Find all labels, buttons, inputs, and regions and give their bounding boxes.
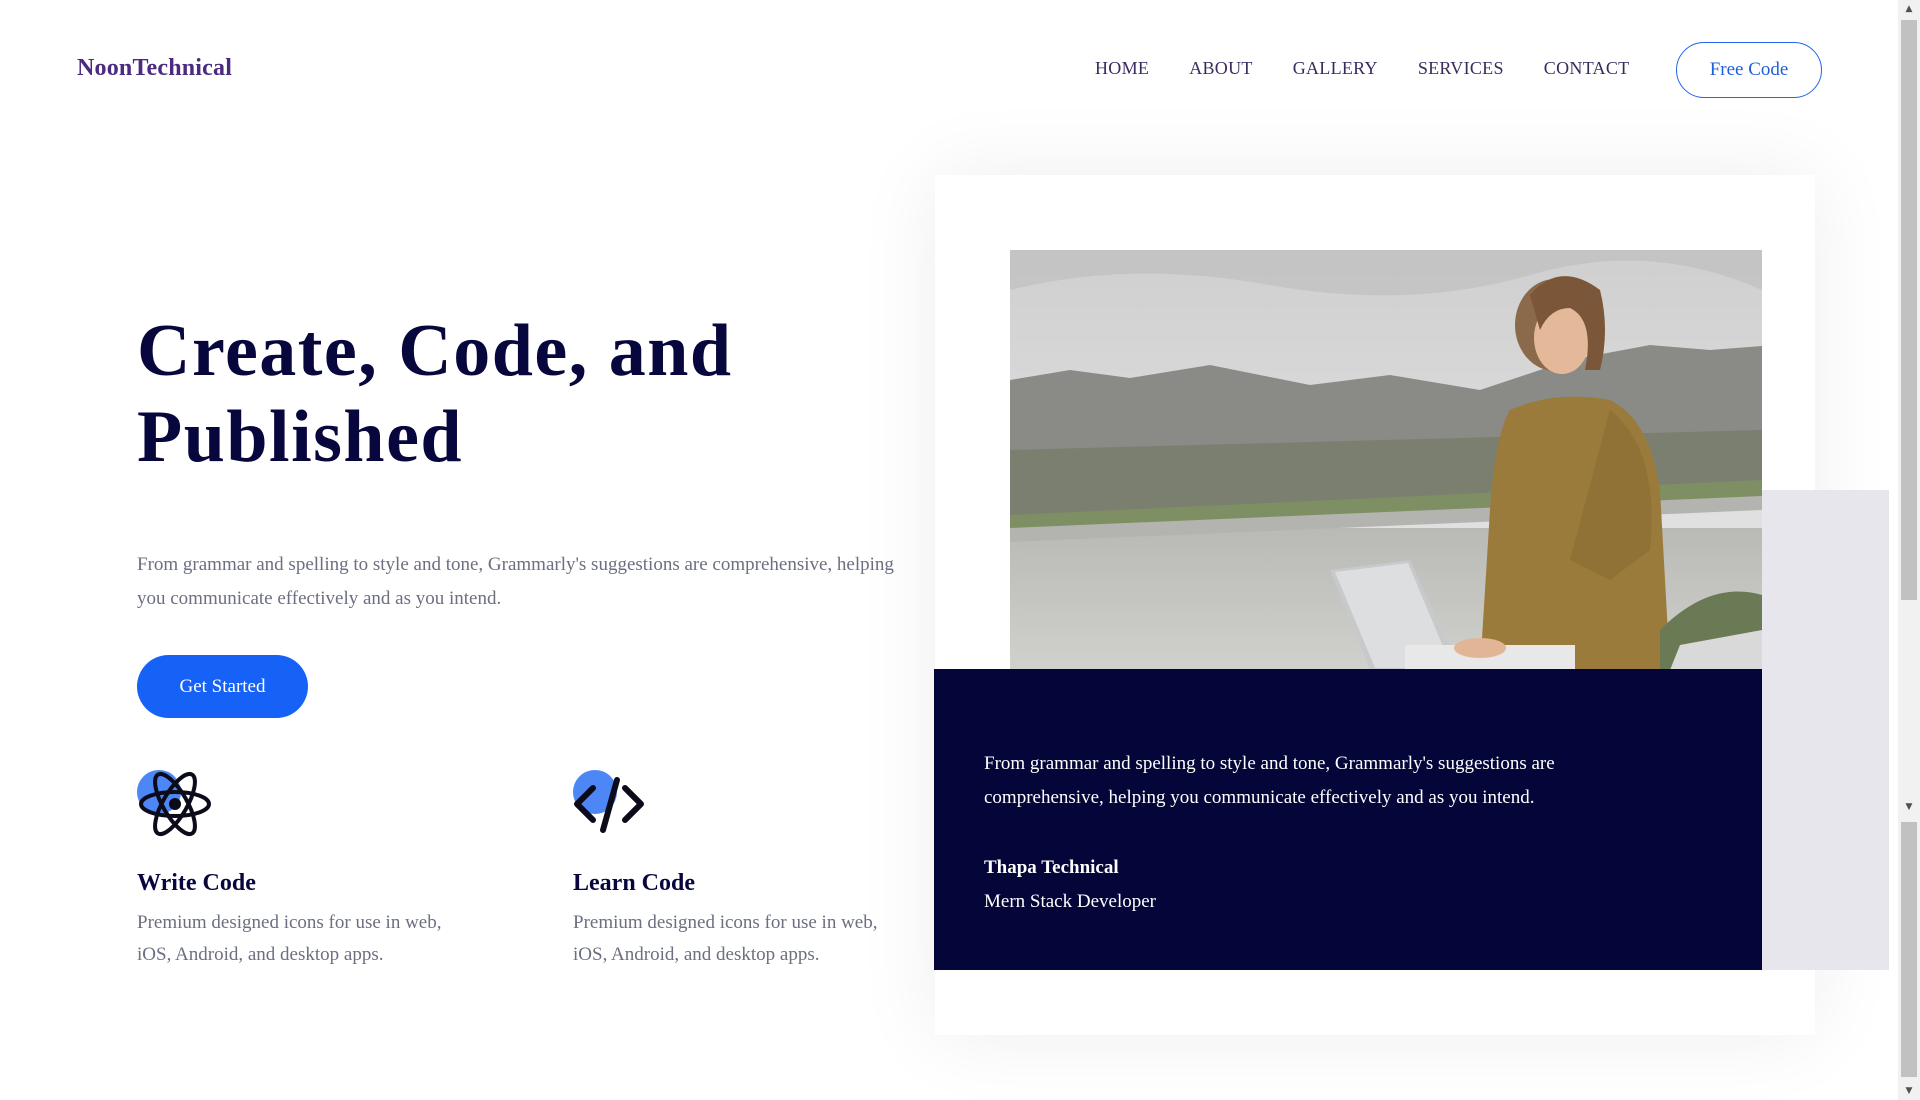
nav-home[interactable]: HOME <box>1095 58 1149 79</box>
nav-services[interactable]: SERVICES <box>1418 58 1504 79</box>
scrollbar-lower-track[interactable] <box>1901 822 1917 1077</box>
page-scrollbar[interactable]: ▲ ▼ ▼ <box>1898 0 1920 1100</box>
feature-title: Learn Code <box>573 870 695 896</box>
hero-description: From grammar and spelling to style and t… <box>137 554 894 609</box>
feature-text: Premium designed icons for use in web, i… <box>573 912 878 965</box>
scrollbar-thumb[interactable] <box>1901 20 1917 600</box>
nav-contact[interactable]: CONTACT <box>1544 58 1630 79</box>
feature-text: Premium designed icons for use in web, i… <box>137 912 442 965</box>
decorative-block <box>1762 490 1889 970</box>
testimonial-role: Mern Stack Developer <box>984 891 1156 912</box>
main-nav: HOME ABOUT GALLERY SERVICES CONTACT <box>1095 58 1669 79</box>
get-started-button[interactable]: Get Started <box>137 655 308 718</box>
code-icon <box>573 768 653 840</box>
hero-photo <box>1010 250 1762 670</box>
atom-icon <box>137 768 217 840</box>
page: NoonTechnical HOME ABOUT GALLERY SERVICE… <box>0 0 1898 1100</box>
nav-gallery[interactable]: GALLERY <box>1293 58 1378 79</box>
testimonial-text: From grammar and spelling to style and t… <box>984 753 1555 808</box>
scroll-down-arrow-icon[interactable]: ▼ <box>1898 798 1920 816</box>
testimonial-card: From grammar and spelling to style and t… <box>934 669 1762 970</box>
hero-title-line1: Create, Code, and <box>137 310 733 392</box>
site-logo[interactable]: NoonTechnical <box>77 55 232 82</box>
feature-learn-code: Learn Code Premium designed icons for us… <box>573 768 903 971</box>
hero-title-line2: Published <box>137 396 464 478</box>
testimonial-author: Thapa Technical <box>984 857 1119 878</box>
scroll-down-end-arrow-icon[interactable]: ▼ <box>1898 1082 1920 1100</box>
nav-about[interactable]: ABOUT <box>1189 58 1253 79</box>
hero-title: Create, Code, and Published <box>137 308 837 480</box>
feature-title: Write Code <box>137 870 256 896</box>
feature-write-code: Write Code Premium designed icons for us… <box>137 768 467 971</box>
scroll-up-arrow-icon[interactable]: ▲ <box>1898 0 1920 18</box>
free-code-button[interactable]: Free Code <box>1676 42 1822 98</box>
